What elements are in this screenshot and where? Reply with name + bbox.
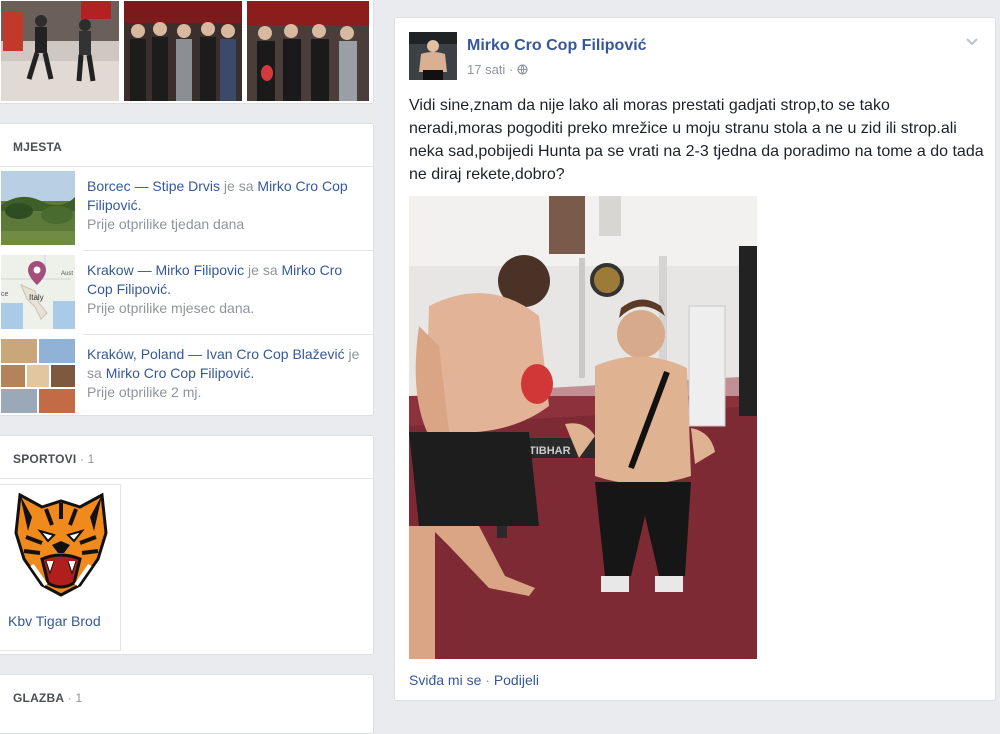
sports-count: · 1	[76, 452, 95, 466]
sport-item[interactable]: Kbv Tigar Brod	[0, 484, 121, 651]
places-card: MJESTA Borcec — Stipe Drvis je sa Mirko …	[0, 123, 374, 416]
post-card: Mirko Cro Cop Filipović 17 sati · Vidi s…	[394, 17, 996, 701]
place-tagged-link[interactable]: Mirko Cro Cop Filipović	[106, 365, 251, 381]
author-avatar[interactable]	[409, 32, 457, 80]
share-link[interactable]: Podijeli	[494, 672, 539, 688]
post-photo[interactable]: TIBHAR	[409, 196, 757, 659]
globe-icon[interactable]	[517, 62, 528, 77]
place-with-text: je sa	[220, 178, 258, 194]
place-map-thumbnail[interactable]: Italy Aust ce	[1, 255, 75, 329]
actions-separator: ·	[481, 672, 494, 688]
place-item: Borcec — Stipe Drvis je sa Mirko Cro Cop…	[0, 167, 375, 249]
tiger-logo-icon	[2, 485, 120, 603]
place-text: Borcec — Stipe Drvis je sa Mirko Cro Cop…	[87, 177, 362, 234]
place-time[interactable]: Prije otprilike mjesec dana.	[87, 299, 362, 318]
place-separator: —	[133, 262, 156, 278]
place-separator: —	[184, 346, 207, 362]
sport-item-label[interactable]: Kbv Tigar Brod	[8, 613, 101, 629]
post-text: Vidi sine,znam da nije lako ali moras pr…	[409, 97, 984, 183]
place-item: Italy Aust ce Krakow — Mirko Filipovic j…	[0, 251, 375, 333]
places-title: MJESTA	[13, 140, 62, 154]
photos-card	[0, 0, 374, 104]
place-name-link[interactable]: Krakow	[87, 262, 134, 278]
place-separator: —	[130, 178, 153, 194]
place-person-link[interactable]: Mirko Filipovic	[155, 262, 244, 278]
post-meta: 17 sati ·	[467, 62, 528, 77]
place-person-link[interactable]: Stipe Drvis	[152, 178, 220, 194]
place-time[interactable]: Prije otprilike 2 mj.	[87, 383, 362, 402]
sports-card: SPORTOVI · 1 Kbv Tigar Brod	[0, 435, 374, 655]
music-count: · 1	[64, 691, 83, 705]
music-title: GLAZBA · 1	[13, 691, 82, 705]
place-time[interactable]: Prije otprilike tjedan dana	[87, 215, 362, 234]
sports-title-text: SPORTOVI	[13, 452, 77, 466]
map-label-italy: Italy	[29, 293, 44, 302]
place-end: .	[167, 281, 172, 297]
post-actions: Sviđa mi se · Podijeli	[409, 672, 539, 688]
place-person-link[interactable]: Ivan Cro Cop Blažević	[206, 346, 345, 362]
place-name-link[interactable]: Kraków, Poland	[87, 346, 184, 362]
photo-thumb-2[interactable]	[124, 1, 242, 101]
post-meta-separator: ·	[505, 62, 517, 77]
sports-title: SPORTOVI · 1	[13, 452, 95, 466]
music-card: GLAZBA · 1	[0, 674, 374, 734]
place-name-link[interactable]: Borcec	[87, 178, 131, 194]
map-label-austria: Aust	[61, 271, 73, 277]
chevron-down-icon[interactable]	[963, 32, 981, 50]
photo-thumb-3[interactable]	[247, 1, 369, 101]
place-text: Krakow — Mirko Filipovic je sa Mirko Cro…	[87, 261, 362, 318]
post-author-link[interactable]: Mirko Cro Cop Filipović	[467, 37, 647, 55]
like-link[interactable]: Sviđa mi se	[409, 672, 481, 688]
place-text: Kraków, Poland — Ivan Cro Cop Blažević j…	[87, 345, 362, 402]
place-with-text: je sa	[244, 262, 282, 278]
table-brand-label: TIBHAR	[529, 445, 571, 457]
place-item: Kraków, Poland — Ivan Cro Cop Blažević j…	[0, 335, 375, 417]
place-end: .	[250, 365, 255, 381]
music-title-text: GLAZBA	[13, 691, 65, 705]
place-thumbnail[interactable]	[1, 171, 75, 245]
divider	[0, 478, 373, 479]
map-label-left: ce	[1, 291, 9, 298]
post-timestamp[interactable]: 17 sati	[467, 62, 505, 77]
photo-thumb-1[interactable]	[1, 1, 119, 101]
place-end: .	[137, 197, 142, 213]
place-collage-thumbnail[interactable]	[1, 339, 75, 413]
